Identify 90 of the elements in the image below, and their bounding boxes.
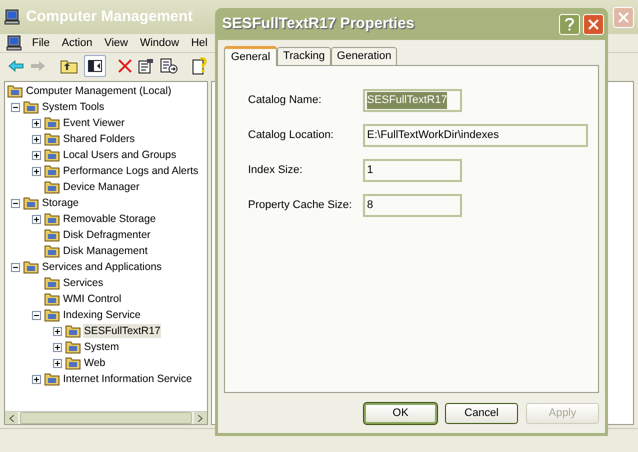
field-label: Catalog Name:: [248, 93, 322, 108]
expand-box[interactable]: [52, 358, 62, 368]
expand-box[interactable]: [32, 118, 40, 128]
panes-icon: [88, 60, 102, 72]
folder-icon: [65, 340, 81, 354]
export-list-icon[interactable]: [160, 58, 178, 74]
folder-icon: [44, 276, 60, 290]
expand-box[interactable]: [52, 342, 62, 352]
dialog-button[interactable]: OK: [364, 403, 437, 424]
tab[interactable]: Tracking: [277, 47, 331, 65]
tree-item[interactable]: Local Users and Groups: [62, 148, 178, 162]
menu-item[interactable]: View: [98, 34, 134, 52]
horizontal-scrollbar[interactable]: [5, 411, 207, 424]
folder-icon: [44, 228, 60, 242]
tree-item[interactable]: Internet Information Service: [62, 372, 193, 386]
scroll-right-button[interactable]: [194, 412, 207, 424]
properties-icon[interactable]: [138, 58, 154, 74]
back-arrow-icon[interactable]: [8, 60, 24, 72]
help-button[interactable]: [559, 14, 580, 34]
field-label: Property Cache Size:: [248, 198, 353, 214]
tree-item[interactable]: Services and Applications: [41, 260, 163, 274]
expand-box[interactable]: [32, 374, 40, 384]
folder-icon: [44, 148, 60, 162]
menu-item[interactable]: Hel: [185, 34, 214, 52]
expand-box[interactable]: [32, 150, 40, 160]
menu-item[interactable]: Action: [56, 34, 98, 52]
tree-item[interactable]: SESFullTextR17: [83, 324, 162, 338]
tree-item[interactable]: Disk Defragmenter: [62, 228, 152, 242]
tab[interactable]: Generation: [330, 47, 398, 65]
folder-icon: [65, 356, 81, 370]
dialog-button[interactable]: Cancel: [445, 403, 518, 424]
up-folder-icon[interactable]: [60, 58, 78, 74]
expand-box[interactable]: [52, 326, 62, 336]
dialog-title: SESFullTextR17 Properties: [222, 14, 416, 34]
folder-icon: [44, 212, 60, 226]
tree-item[interactable]: Performance Logs and Alerts: [62, 164, 200, 178]
close-button[interactable]: [583, 14, 604, 34]
tree-toggle-button[interactable]: [84, 54, 106, 76]
folder-icon: [65, 324, 81, 338]
delete-icon[interactable]: [118, 58, 132, 72]
scroll-left-button[interactable]: [5, 412, 18, 424]
tree-item[interactable]: Event Viewer: [62, 116, 126, 130]
folder-icon: [44, 180, 60, 194]
folder-icon: [7, 84, 23, 98]
expand-box[interactable]: [32, 134, 40, 144]
folder-icon: [44, 308, 60, 322]
folder-icon: [44, 132, 60, 146]
folder-icon: [23, 260, 39, 274]
tree-item[interactable]: System: [83, 340, 120, 354]
tree-item[interactable]: Web: [83, 356, 106, 370]
folder-icon: [23, 196, 39, 210]
question-mark-icon: [565, 18, 574, 30]
tree-item[interactable]: Storage: [41, 196, 80, 210]
computer-icon: [4, 9, 20, 25]
input-field[interactable]: SESFullTextR17: [363, 89, 462, 112]
field-label: Index Size:: [248, 163, 304, 178]
folder-icon: [44, 116, 60, 130]
input-field[interactable]: 8: [363, 194, 462, 217]
tree-item[interactable]: Indexing Service: [62, 308, 142, 322]
collapse-box[interactable]: [10, 102, 20, 112]
tree-item[interactable]: Computer Management (Local): [25, 84, 172, 98]
tab[interactable]: General: [224, 46, 278, 66]
collapse-box[interactable]: [10, 262, 20, 272]
tree-item[interactable]: Services: [62, 276, 104, 290]
tree-item[interactable]: WMI Control: [62, 292, 122, 306]
folder-icon: [44, 292, 60, 306]
help-icon[interactable]: [192, 56, 208, 74]
field-label: Catalog Location:: [248, 128, 335, 144]
tree-item[interactable]: Shared Folders: [62, 132, 136, 146]
computer-icon: [6, 35, 22, 51]
folder-icon: [23, 100, 39, 114]
menu-item[interactable]: File: [26, 34, 56, 52]
menu-item[interactable]: Window: [134, 34, 186, 52]
folder-icon: [44, 244, 60, 258]
tree-item[interactable]: Device Manager: [62, 180, 140, 194]
window-title: Computer Management: [26, 6, 193, 27]
expand-box[interactable]: [32, 214, 40, 224]
close-icon: [618, 12, 629, 22]
input-field[interactable]: E:\FullTextWorkDir\indexes: [363, 124, 588, 147]
scroll-thumb[interactable]: [20, 412, 192, 424]
folder-icon: [44, 372, 60, 386]
close-icon: [588, 18, 599, 30]
collapse-box[interactable]: [32, 310, 40, 320]
tree-item[interactable]: System Tools: [41, 100, 106, 114]
tree-item[interactable]: Disk Management: [62, 244, 149, 258]
expand-box[interactable]: [32, 166, 40, 176]
collapse-box[interactable]: [10, 198, 20, 208]
input-field[interactable]: 1: [363, 159, 462, 182]
folder-icon: [44, 164, 60, 178]
tree-item[interactable]: Removable Storage: [62, 212, 157, 226]
